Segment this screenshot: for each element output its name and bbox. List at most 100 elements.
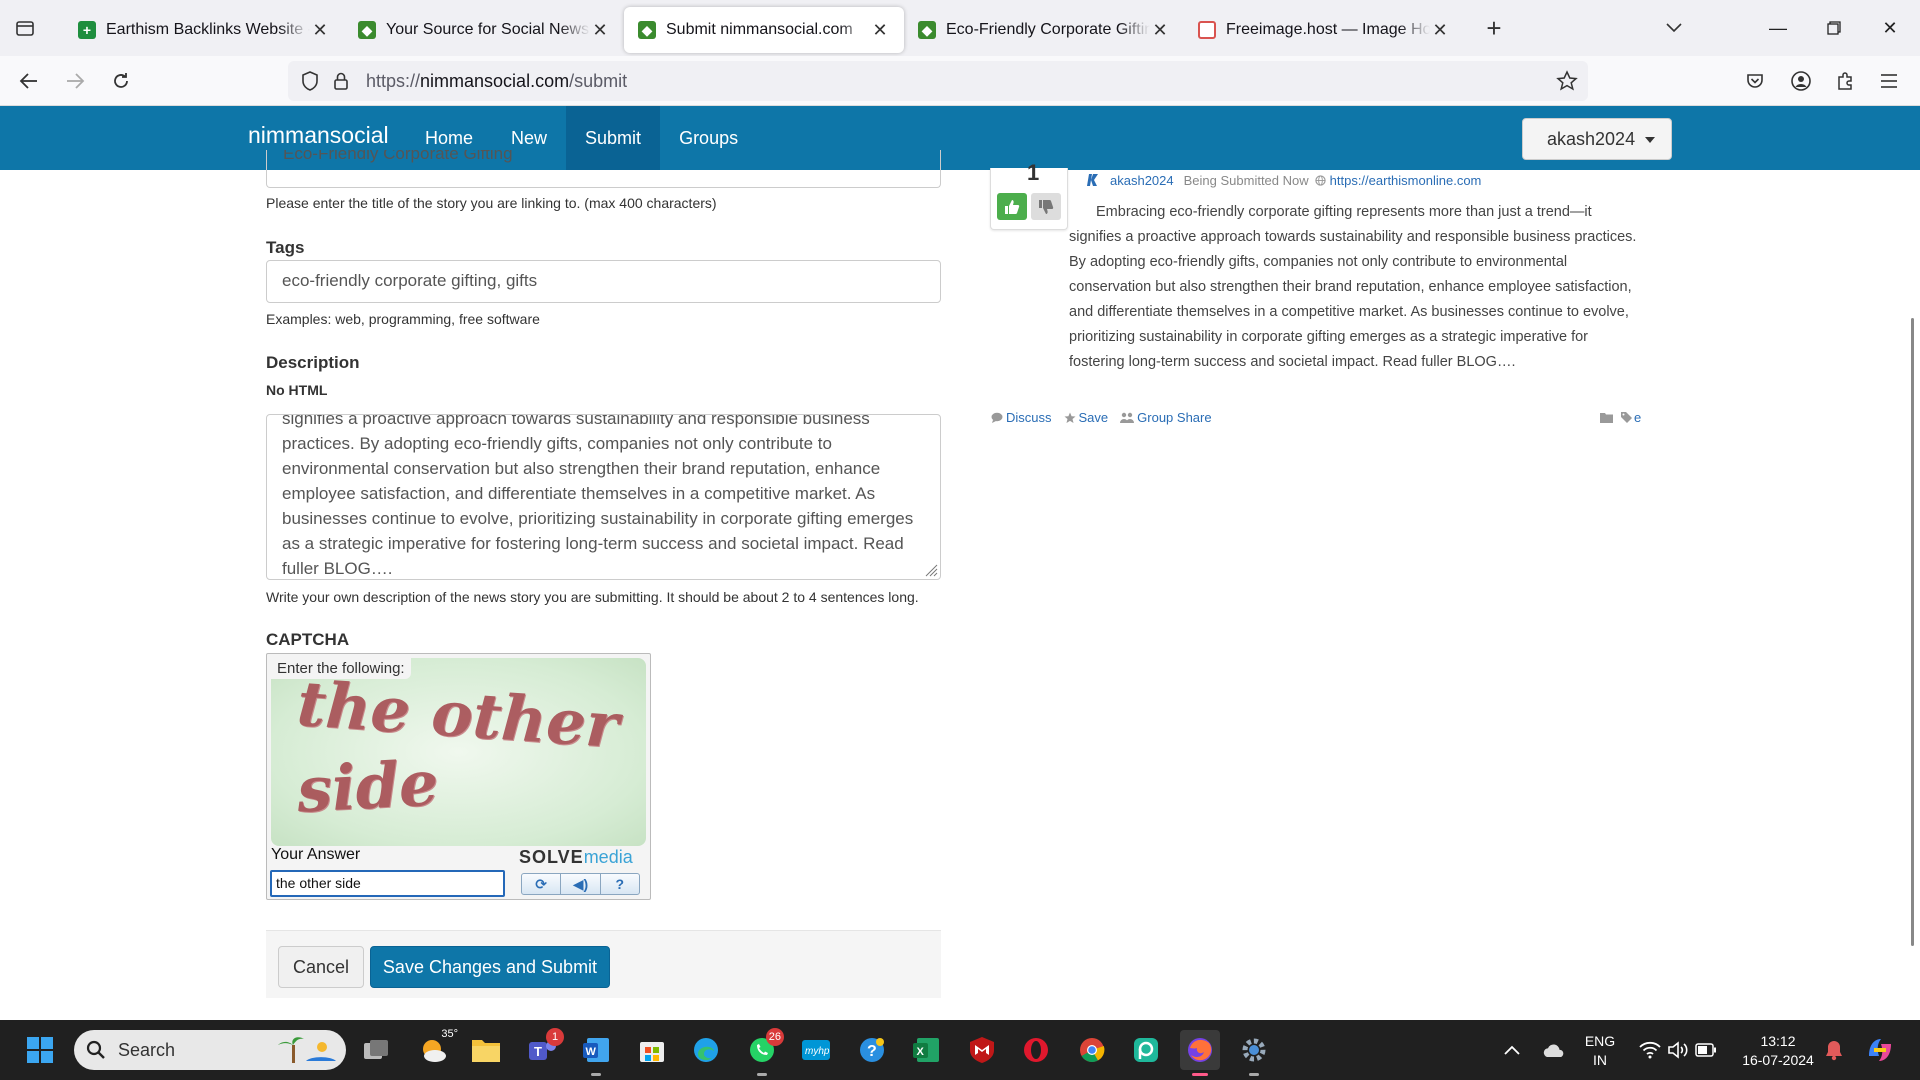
- region-code: IN: [1593, 1052, 1607, 1068]
- teams-icon[interactable]: T 1: [522, 1028, 564, 1070]
- tracking-shield-icon[interactable]: [300, 70, 320, 92]
- mcafee-icon[interactable]: [962, 1030, 1002, 1070]
- captcha-refresh-icon[interactable]: ⟳: [522, 874, 562, 894]
- browser-tab[interactable]: ◆ Your Source for Social News and ✕: [344, 7, 624, 53]
- back-button[interactable]: [12, 64, 46, 98]
- forward-arrow-icon: [67, 73, 85, 89]
- weather-widget[interactable]: 35°: [414, 1028, 458, 1070]
- picsart-icon[interactable]: [1126, 1030, 1166, 1070]
- battery-icon[interactable]: [1686, 1030, 1726, 1070]
- palm-tree-icon: [278, 1037, 336, 1063]
- url-bar[interactable]: https://nimmansocial.com/submit: [288, 61, 1588, 101]
- story-tags: e: [1600, 410, 1641, 425]
- hamburger-menu-icon: [1881, 74, 1897, 88]
- whatsapp-icon[interactable]: 26: [742, 1028, 784, 1076]
- description-textarea[interactable]: signifies a proactive approach towards s…: [266, 414, 941, 580]
- reload-icon: [114, 73, 128, 88]
- file-explorer-icon[interactable]: [466, 1030, 506, 1070]
- user-menu-button[interactable]: akash2024: [1522, 118, 1672, 160]
- tab-title: Eco-Friendly Corporate Gifting: [946, 21, 1150, 38]
- folder-icon[interactable]: [1600, 412, 1613, 423]
- discuss-label: Discuss: [1006, 410, 1052, 425]
- url-path: /submit: [569, 70, 628, 91]
- teams-notification-badge: 1: [546, 1028, 564, 1046]
- captcha-help-icon[interactable]: ?: [601, 874, 639, 894]
- save-story-link[interactable]: Save: [1064, 410, 1115, 425]
- browser-tab[interactable]: + Earthism Backlinks Website - Go ✕: [64, 7, 344, 53]
- new-tab-button[interactable]: +: [1474, 8, 1514, 48]
- browser-tab[interactable]: ◆ Eco-Friendly Corporate Gifting ✕: [904, 7, 1184, 53]
- tab-close-icon[interactable]: ✕: [590, 20, 610, 41]
- firefox-icon[interactable]: [1180, 1030, 1220, 1076]
- copilot-icon[interactable]: [1860, 1030, 1900, 1070]
- solve-media-logo-part-2: media: [583, 847, 633, 867]
- taskbar-search-box[interactable]: Search: [74, 1030, 346, 1070]
- captcha-answer-input[interactable]: the other side: [270, 870, 505, 897]
- account-button[interactable]: [1784, 64, 1818, 98]
- discuss-link[interactable]: Discuss: [991, 410, 1058, 425]
- myhp-icon[interactable]: myhp: [796, 1030, 836, 1070]
- settings-gear-icon[interactable]: [1234, 1030, 1274, 1076]
- tab-title: Submit nimmansocial.com: [666, 21, 853, 38]
- page-scrollbar-thumb[interactable]: [1911, 318, 1914, 946]
- get-help-icon[interactable]: ?: [852, 1030, 892, 1070]
- language-code: ENG: [1584, 1033, 1616, 1049]
- browser-tab-active[interactable]: ◆ Submit nimmansocial.com ✕: [624, 7, 904, 53]
- close-window-button[interactable]: ✕: [1862, 0, 1918, 56]
- word-icon[interactable]: W: [576, 1030, 616, 1076]
- story-source-link[interactable]: https://earthismonline.com: [1330, 173, 1482, 188]
- save-and-submit-button[interactable]: Save Changes and Submit: [370, 946, 610, 988]
- story-tag-link[interactable]: e: [1634, 410, 1641, 425]
- url-text[interactable]: https://nimmansocial.com/submit: [366, 71, 627, 92]
- minimize-button[interactable]: —: [1750, 0, 1806, 56]
- chrome-icon[interactable]: [1072, 1030, 1112, 1070]
- captcha-audio-icon[interactable]: ◀): [561, 874, 601, 894]
- group-share-link[interactable]: Group Share: [1120, 410, 1217, 425]
- vote-count: 1: [1027, 160, 1040, 185]
- running-indicator: [757, 1073, 767, 1076]
- url-scheme: https://: [366, 70, 421, 91]
- tab-list-button[interactable]: [0, 0, 50, 56]
- tab-close-icon[interactable]: ✕: [1150, 20, 1170, 41]
- tags-input[interactable]: eco-friendly corporate gifting, gifts: [266, 260, 941, 303]
- tab-close-icon[interactable]: ✕: [1430, 20, 1450, 41]
- weather-temp: 35°: [441, 1028, 458, 1040]
- story-author-link[interactable]: akash2024: [1110, 173, 1174, 188]
- tab-close-icon[interactable]: ✕: [870, 20, 890, 41]
- onedrive-cloud-icon[interactable]: [1534, 1030, 1574, 1070]
- forward-button[interactable]: [58, 64, 92, 98]
- author-avatar-icon: [1087, 174, 1098, 186]
- resize-grip-icon[interactable]: [924, 563, 938, 577]
- tab-close-icon[interactable]: ✕: [310, 20, 330, 41]
- browser-tab[interactable]: Freeimage.host — Image Hostin ✕: [1184, 7, 1464, 53]
- tray-overflow-chevron-icon[interactable]: [1492, 1030, 1532, 1070]
- task-view-icon[interactable]: [356, 1030, 396, 1070]
- tag-icon: [1621, 412, 1632, 423]
- vote-box: 1: [990, 160, 1068, 230]
- taskbar-clock[interactable]: 13:12 16-07-2024: [1738, 1032, 1818, 1070]
- title-input[interactable]: Eco-Friendly Corporate Gifting: [266, 150, 941, 188]
- tab-overflow-chevron-icon[interactable]: [1658, 12, 1690, 44]
- bookmark-star-icon[interactable]: [1556, 70, 1578, 92]
- windows-start-icon[interactable]: [20, 1030, 60, 1070]
- input-language-indicator[interactable]: ENG IN: [1580, 1032, 1620, 1070]
- tab-title: Your Source for Social News and: [386, 21, 590, 38]
- pocket-button[interactable]: [1738, 64, 1772, 98]
- captcha-controls: ⟳ ◀) ?: [521, 873, 640, 895]
- extensions-button[interactable]: [1828, 64, 1862, 98]
- lock-icon[interactable]: [332, 71, 350, 91]
- microsoft-store-icon[interactable]: [632, 1030, 672, 1070]
- excel-icon[interactable]: X: [906, 1030, 946, 1070]
- captcha-answer-label: Your Answer: [271, 846, 361, 863]
- edge-icon[interactable]: [686, 1030, 726, 1070]
- reload-button[interactable]: [104, 64, 138, 98]
- notification-bell-icon[interactable]: [1814, 1030, 1854, 1070]
- thumbs-down-icon[interactable]: [1031, 193, 1061, 220]
- site-brand-link[interactable]: nimmansocial: [248, 122, 389, 149]
- thumbs-up-icon[interactable]: [997, 193, 1027, 220]
- username-label: akash2024: [1547, 128, 1636, 149]
- cancel-button[interactable]: Cancel: [278, 946, 364, 988]
- restore-button[interactable]: [1806, 0, 1862, 56]
- menu-button[interactable]: [1872, 64, 1906, 98]
- opera-icon[interactable]: [1016, 1030, 1056, 1070]
